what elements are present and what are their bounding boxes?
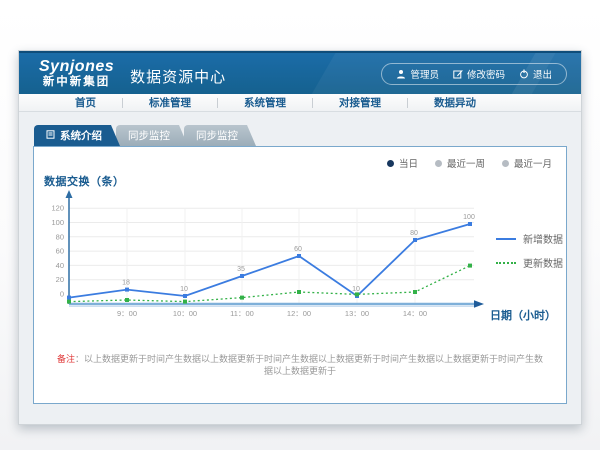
tab-label: 系统介绍 [60,128,102,143]
content-area: 系统介绍 同步监控 同步监控 当日 最近一周 [19,112,581,404]
footnote: 备注：以上数据更新于时间产生数据以上数据更新于时间产生数据以上数据更新于时间产生… [34,354,566,377]
legend-item-update-data: 更新数据 [496,255,563,270]
tab-system-intro[interactable]: 系统介绍 [34,125,120,146]
tab-label: 同步监控 [196,128,238,143]
x-axis-title: 日期（小时） [490,307,556,323]
svg-text:11：00: 11：00 [230,309,254,318]
chart-wrap: 0 20 40 60 80 100 120 9：00 10：00 11：00 12：00 13：00 1… [42,189,492,329]
radio-dot-icon [502,160,509,167]
main-nav: 首页 标准管理 系统管理 对接管理 数据异动 [19,94,581,112]
user-name-label: 管理员 [410,67,439,81]
document-icon [46,130,55,142]
svg-text:13：00: 13：00 [345,309,369,318]
company-logo: Synjones 新中新集团 [39,59,114,88]
logout-label: 退出 [533,67,552,81]
nav-item-interface-mgmt[interactable]: 对接管理 [313,95,407,110]
y-axis-title: 数据交换（条） [44,173,125,189]
time-range-filter: 当日 最近一周 最近一月 [387,156,552,170]
radio-dot-icon [387,160,394,167]
line-chart: 0 20 40 60 80 100 120 9：00 10：00 11：00 12：00 13：00 1… [42,189,492,324]
radio-dot-icon [435,160,442,167]
app-header: Synjones 新中新集团 数据资源中心 管理员 修改密码 退出 [19,51,581,94]
logout-button[interactable]: 退出 [519,67,552,81]
footnote-label: 备注 [57,354,75,364]
change-password-label: 修改密码 [467,67,505,81]
radio-label: 最近一周 [447,156,485,170]
pencil-icon [453,69,463,79]
legend-line-swatch [496,238,516,240]
logo-brand-text: Synjones [39,59,114,76]
tab-sync-monitor-2[interactable]: 同步监控 [184,125,256,146]
change-password-button[interactable]: 修改密码 [453,67,505,81]
radio-label: 当日 [399,156,418,170]
user-toolbar: 管理员 修改密码 退出 [381,63,567,85]
legend-label: 新增数据 [523,231,563,246]
svg-text:120: 120 [51,204,64,213]
svg-text:40: 40 [56,261,64,270]
svg-text:100: 100 [51,218,64,227]
user-menu[interactable]: 管理员 [396,67,439,81]
user-icon [396,69,406,79]
svg-text:10: 10 [180,286,188,293]
nav-item-system-mgmt[interactable]: 系统管理 [218,95,312,110]
svg-text:9：00: 9：00 [117,309,137,318]
radio-today[interactable]: 当日 [387,156,418,170]
svg-text:0: 0 [60,290,64,299]
svg-text:80: 80 [56,232,64,241]
footnote-text: ：以上数据更新于时间产生数据以上数据更新于时间产生数据以上数据更新于时间产生数据… [75,354,543,376]
svg-text:100: 100 [463,214,475,221]
nav-item-standard-mgmt[interactable]: 标准管理 [123,95,217,110]
logo-company-text: 新中新集团 [39,76,114,88]
svg-text:10：00: 10：00 [173,309,197,318]
svg-text:60: 60 [56,247,64,256]
tab-sync-monitor-1[interactable]: 同步监控 [116,125,188,146]
chart-panel: 当日 最近一周 最近一月 数据交换（条） 0 20 40 60 80 100 120 9：00… [33,146,567,404]
svg-text:14：00: 14：00 [403,309,427,318]
legend-item-new-data: 新增数据 [496,231,563,246]
radio-last-month[interactable]: 最近一月 [502,156,552,170]
legend-label: 更新数据 [523,255,563,270]
app-window: Synjones 新中新集团 数据资源中心 管理员 修改密码 退出 [18,50,582,425]
power-icon [519,69,529,79]
legend-line-swatch [496,262,516,264]
svg-text:80: 80 [410,230,418,237]
svg-text:60: 60 [294,246,302,253]
radio-label: 最近一月 [514,156,552,170]
tab-label: 同步监控 [128,128,170,143]
svg-text:18: 18 [122,280,130,287]
svg-text:35: 35 [237,266,245,273]
page-title: 数据资源中心 [130,60,226,87]
svg-text:10: 10 [352,286,360,293]
svg-text:20: 20 [56,275,64,284]
nav-item-data-change[interactable]: 数据异动 [408,95,502,110]
svg-text:12：00: 12：00 [287,309,311,318]
chart-legend: 新增数据 更新数据 [496,231,563,270]
tab-strip: 系统介绍 同步监控 同步监控 [34,125,567,146]
nav-item-home[interactable]: 首页 [49,95,122,110]
radio-last-week[interactable]: 最近一周 [435,156,485,170]
